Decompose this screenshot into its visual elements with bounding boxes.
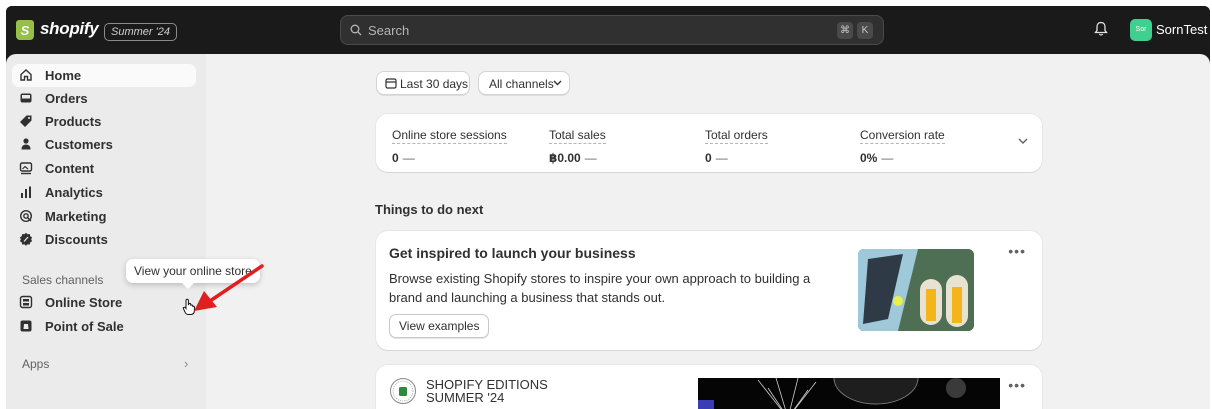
shortcut-cmd-key: ⌘ xyxy=(837,22,853,39)
metric-label: Total orders xyxy=(705,128,768,144)
home-icon xyxy=(20,69,32,81)
shopify-editions-seal-icon xyxy=(390,378,416,404)
inbox-icon xyxy=(20,93,32,103)
shopify-logo-icon[interactable]: S xyxy=(16,20,34,40)
sidebar-item-home[interactable]: Home xyxy=(12,64,196,87)
metric-conversion-rate[interactable]: Conversion rate 0% — xyxy=(860,126,945,165)
bell-icon[interactable] xyxy=(1094,21,1108,37)
app-window: S shopify Summer '24 ⌘ K Sor SornTest Ho… xyxy=(6,6,1210,409)
channel-filter-button[interactable]: All channels xyxy=(478,71,570,95)
sidebar-item-label: Discounts xyxy=(45,232,108,247)
metric-total-sales[interactable]: Total sales ฿0.00— xyxy=(549,126,606,165)
top-bar: S shopify Summer '24 ⌘ K Sor SornTest xyxy=(6,6,1210,54)
sidebar-item-orders[interactable]: Orders xyxy=(12,87,196,110)
sidebar-item-label: Content xyxy=(45,161,95,176)
search-bar[interactable]: ⌘ K xyxy=(340,15,884,45)
sidebar-item-label: Marketing xyxy=(45,209,107,224)
metric-value: 0% xyxy=(860,151,878,165)
metric-value: 0 xyxy=(705,151,712,165)
sales-channels-heading: Sales channels xyxy=(22,273,104,287)
discount-icon xyxy=(19,232,33,246)
metric-trend: — xyxy=(584,151,597,165)
editions-card: SHOPIFY EDITIONS SUMMER '24 ••• xyxy=(376,365,1042,409)
sidebar-item-analytics[interactable]: Analytics xyxy=(12,181,196,204)
sidebar-item-label: Orders xyxy=(45,91,88,106)
metric-trend: — xyxy=(402,151,415,165)
sidebar-item-content[interactable]: Content xyxy=(12,157,196,180)
editions-title: SHOPIFY EDITIONS SUMMER '24 xyxy=(426,378,548,404)
date-range-button[interactable]: Last 30 days xyxy=(376,71,470,95)
metric-total-orders[interactable]: Total orders 0— xyxy=(705,126,768,165)
person-icon xyxy=(21,138,31,150)
metric-value: ฿0.00 xyxy=(549,151,581,165)
image-icon xyxy=(19,162,33,175)
things-to-do-heading: Things to do next xyxy=(375,202,484,217)
editions-line-2: SUMMER '24 xyxy=(426,390,505,405)
apps-heading[interactable]: Apps xyxy=(22,357,49,371)
bar-chart-icon xyxy=(21,186,31,198)
metric-value: 0 xyxy=(392,151,399,165)
sidebar-item-label: Customers xyxy=(45,137,113,152)
sidebar: Home Orders Products Customers Content A… xyxy=(6,54,206,409)
more-options-icon[interactable]: ••• xyxy=(1008,243,1026,259)
metric-label: Online store sessions xyxy=(392,128,507,144)
more-options-icon[interactable]: ••• xyxy=(1008,377,1026,393)
promo-illustration xyxy=(858,249,974,331)
sidebar-item-discounts[interactable]: Discounts xyxy=(12,228,196,251)
search-icon xyxy=(350,24,362,36)
metric-label: Conversion rate xyxy=(860,128,945,144)
promo-body: Browse existing Shopify stores to inspir… xyxy=(389,271,811,305)
chevron-right-icon[interactable]: › xyxy=(184,356,188,371)
shortcut-k-key: K xyxy=(857,22,873,39)
view-examples-button[interactable]: View examples xyxy=(389,314,490,338)
tag-icon xyxy=(20,115,32,127)
sidebar-item-label: Point of Sale xyxy=(45,319,124,334)
chevron-down-icon xyxy=(553,80,562,86)
store-name[interactable]: SornTest xyxy=(1156,22,1207,37)
metric-sessions[interactable]: Online store sessions 0— xyxy=(392,126,507,165)
promo-card: Get inspired to launch your business Bro… xyxy=(376,231,1042,350)
edition-badge[interactable]: Summer '24 xyxy=(104,23,177,41)
metric-trend: — xyxy=(881,151,894,165)
metric-trend: — xyxy=(715,151,728,165)
sidebar-item-label: Home xyxy=(45,68,82,83)
sidebar-item-label: Products xyxy=(45,114,102,129)
metrics-card: Online store sessions 0— Total sales ฿0.… xyxy=(376,114,1042,172)
sidebar-item-marketing[interactable]: Marketing xyxy=(12,205,196,228)
promo-title: Get inspired to launch your business xyxy=(389,245,636,261)
chevron-down-icon[interactable] xyxy=(1018,138,1028,145)
sidebar-item-customers[interactable]: Customers xyxy=(12,133,196,156)
sidebar-item-label: Online Store xyxy=(45,295,123,310)
annotation-arrow-icon xyxy=(194,264,264,311)
sidebar-item-point-of-sale[interactable]: Point of Sale xyxy=(12,315,196,338)
sidebar-item-products[interactable]: Products xyxy=(12,110,196,133)
pos-icon xyxy=(20,320,32,332)
search-input[interactable] xyxy=(368,21,828,39)
storefront-icon xyxy=(19,295,33,309)
target-icon xyxy=(19,209,33,223)
metric-label: Total sales xyxy=(549,128,606,144)
sidebar-item-online-store[interactable]: Online Store xyxy=(12,291,196,314)
channel-filter-label: All channels xyxy=(489,77,554,91)
sidebar-item-label: Analytics xyxy=(45,185,103,200)
shopify-wordmark[interactable]: shopify xyxy=(40,19,99,39)
main-content: Last 30 days All channels Online store s… xyxy=(206,54,1210,409)
date-range-label: Last 30 days xyxy=(400,77,469,91)
calendar-icon xyxy=(385,78,397,89)
avatar[interactable]: Sor xyxy=(1130,19,1152,41)
editions-illustration xyxy=(698,378,1000,409)
